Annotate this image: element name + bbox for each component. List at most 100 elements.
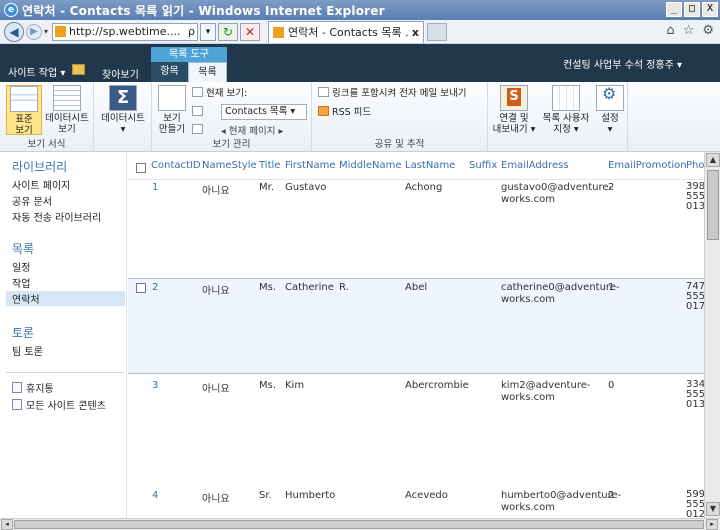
- column-header-middlename[interactable]: MiddleName: [339, 160, 402, 171]
- tab-list[interactable]: 목록: [188, 62, 227, 82]
- datasheet-label: 데이터시트: [101, 113, 145, 124]
- back-button[interactable]: ◀: [4, 21, 24, 42]
- home-icon[interactable]: ⌂: [666, 23, 674, 38]
- nav-item-calendar[interactable]: 일정: [12, 259, 30, 274]
- tab-label[interactable]: 연락처 - Contacts 목록 ...: [288, 24, 408, 40]
- email-link-button[interactable]: 링크를 포함시켜 전자 메일 보내기: [318, 85, 466, 99]
- nav-item-shared-documents[interactable]: 공유 문서: [12, 193, 52, 208]
- cell-contactid[interactable]: 2: [152, 282, 158, 293]
- cell-emailpromotion: 1: [608, 282, 615, 293]
- table-row[interactable]: 4 아니요 Sr. Humberto Acevedo humberto0@adv…: [128, 486, 704, 518]
- libraries-header[interactable]: 라이브러리: [12, 158, 67, 175]
- all-site-content-link[interactable]: 모든 사이트 콘텐츠: [12, 397, 106, 412]
- datasheet-view-button[interactable]: 데이터시트 보기: [44, 85, 90, 135]
- tab-items[interactable]: 항목: [151, 62, 188, 82]
- address-dropdown-button[interactable]: ▾: [200, 22, 217, 41]
- modify-view-row[interactable]: 현재 보기:: [192, 85, 247, 99]
- favorites-icon[interactable]: ☆: [683, 23, 695, 38]
- close-window-button[interactable]: X: [702, 2, 718, 17]
- cell-phone: 599-555-0127: [686, 490, 704, 518]
- folder-icon[interactable]: [72, 64, 85, 75]
- stop-button[interactable]: ✕: [240, 22, 261, 41]
- cell-contactid[interactable]: 4: [152, 490, 158, 501]
- cell-namestyle: 아니요: [202, 286, 230, 297]
- tools-icon[interactable]: ⚙: [702, 23, 714, 38]
- column-header-suffix[interactable]: Suffix: [469, 160, 497, 171]
- nav-item-site-pages[interactable]: 사이트 페이지: [12, 177, 70, 192]
- cell-title: Ms.: [259, 380, 277, 391]
- cell-contactid[interactable]: 3: [152, 380, 158, 391]
- tab-close-button[interactable]: x: [412, 26, 419, 39]
- scroll-down-button[interactable]: ▼: [706, 502, 720, 516]
- current-page-pager[interactable]: ◂ 현재 페이지 ▸: [221, 123, 317, 137]
- browser-tab[interactable]: 연락처 - Contacts 목록 ... x: [268, 20, 425, 43]
- table-row[interactable]: 3 아니요 Ms. Kim Abercrombie kim2@adventure…: [128, 376, 704, 486]
- create-view-label: 보기 만들기: [158, 113, 186, 135]
- customize-list-button[interactable]: 목록 사용자 지정 ▾: [540, 85, 592, 135]
- ribbon-group-settings: 설정 ▾: [594, 82, 628, 152]
- email-icon: [318, 87, 329, 97]
- select-all-checkbox[interactable]: [136, 163, 146, 173]
- discussions-header[interactable]: 토론: [12, 324, 34, 341]
- connect-export-button[interactable]: 연결 및 내보내기 ▾: [490, 85, 538, 135]
- scroll-up-button[interactable]: ▲: [706, 153, 720, 167]
- ie-logo-icon: e: [4, 3, 18, 17]
- cell-title: Mr.: [259, 182, 274, 193]
- column-header-emailpromotion[interactable]: EmailPromotion: [608, 160, 687, 171]
- column-header-lastname[interactable]: LastName: [405, 160, 455, 171]
- column-header-title[interactable]: Title: [259, 160, 280, 171]
- address-url[interactable]: http://sp.webtime....: [69, 25, 186, 38]
- column-header-phone[interactable]: Pho: [686, 160, 704, 171]
- create-view-button[interactable]: 보기 만들기: [154, 85, 190, 135]
- vertical-scroll-thumb[interactable]: [707, 170, 719, 240]
- nav-item-tasks[interactable]: 작업: [12, 275, 30, 290]
- share-track-group-label: 공유 및 추적: [374, 139, 425, 150]
- user-menu[interactable]: 컨설팅 사업부 수석 정홍주 ▾: [563, 56, 682, 71]
- column-header-emailaddress[interactable]: EmailAddress: [501, 160, 569, 171]
- horizontal-scrollbar[interactable]: ◂ ▸: [0, 518, 720, 530]
- sigma-icon: Σ: [109, 85, 137, 111]
- datasheet-button[interactable]: Σ 데이터시트 ▾: [98, 85, 148, 135]
- new-tab-button[interactable]: [427, 22, 448, 41]
- vertical-scrollbar[interactable]: ▲ ▼: [704, 152, 720, 518]
- horizontal-scroll-thumb[interactable]: [14, 520, 704, 529]
- scroll-right-button[interactable]: ▸: [706, 519, 718, 530]
- row-checkbox[interactable]: [136, 283, 146, 293]
- create-column-icon[interactable]: [192, 106, 203, 116]
- address-bar[interactable]: http://sp.webtime.... ρ: [52, 22, 199, 41]
- browse-tab[interactable]: 찾아보기: [102, 66, 139, 81]
- settings-button[interactable]: 설정 ▾: [594, 85, 626, 135]
- cell-contactid[interactable]: 1: [152, 182, 158, 193]
- search-icon[interactable]: ρ: [188, 25, 195, 38]
- column-header-firstname[interactable]: FirstName: [285, 160, 336, 171]
- cell-firstname: Catherine: [285, 282, 334, 293]
- connect-export-label: 연결 및 내보내기 ▾: [492, 113, 536, 135]
- column-header-namestyle[interactable]: NameStyle: [202, 160, 257, 171]
- modify-view-icon: [192, 87, 203, 97]
- lists-header[interactable]: 목록: [12, 240, 34, 257]
- cell-phone: 334-555-0137: [686, 380, 704, 410]
- recycle-bin-link[interactable]: 휴지통: [12, 380, 54, 395]
- refresh-button[interactable]: ↻: [218, 22, 239, 41]
- cell-phone: 398-555-0132: [686, 182, 704, 212]
- nav-item-auto-library[interactable]: 자동 전송 라이브러리: [12, 209, 101, 224]
- table-row[interactable]: 1 아니요 Mr. Gustavo Achong gustavo0@advent…: [128, 180, 704, 278]
- forward-button[interactable]: ▶: [26, 23, 42, 40]
- recycle-bin-label: 휴지통: [26, 384, 54, 395]
- column-header-contactid[interactable]: ContactID: [151, 160, 201, 171]
- current-view-select[interactable]: Contacts 목록 ▾: [221, 104, 307, 120]
- nav-item-contacts[interactable]: 연락처: [6, 291, 125, 306]
- current-view-label: 현재 보기:: [206, 88, 248, 99]
- nav-item-team-discussion[interactable]: 팀 토론: [12, 343, 43, 358]
- history-dropdown-icon[interactable]: ▾: [44, 27, 48, 36]
- scroll-left-button[interactable]: ◂: [1, 519, 13, 530]
- cell-namestyle: 아니요: [202, 186, 230, 197]
- maximize-button[interactable]: □: [684, 2, 700, 17]
- minimize-button[interactable]: _: [666, 2, 682, 17]
- navigate-up-icon[interactable]: [192, 124, 203, 134]
- site-actions-menu[interactable]: 사이트 작업 ▾: [8, 64, 65, 79]
- all-site-content-label: 모든 사이트 콘텐츠: [26, 401, 106, 412]
- rss-feed-button[interactable]: RSS 피드: [318, 104, 371, 118]
- table-row[interactable]: 2 아니요 Ms. Catherine R. Abel catherine0@a…: [128, 278, 704, 374]
- standard-view-button[interactable]: 표준 보기: [6, 85, 42, 136]
